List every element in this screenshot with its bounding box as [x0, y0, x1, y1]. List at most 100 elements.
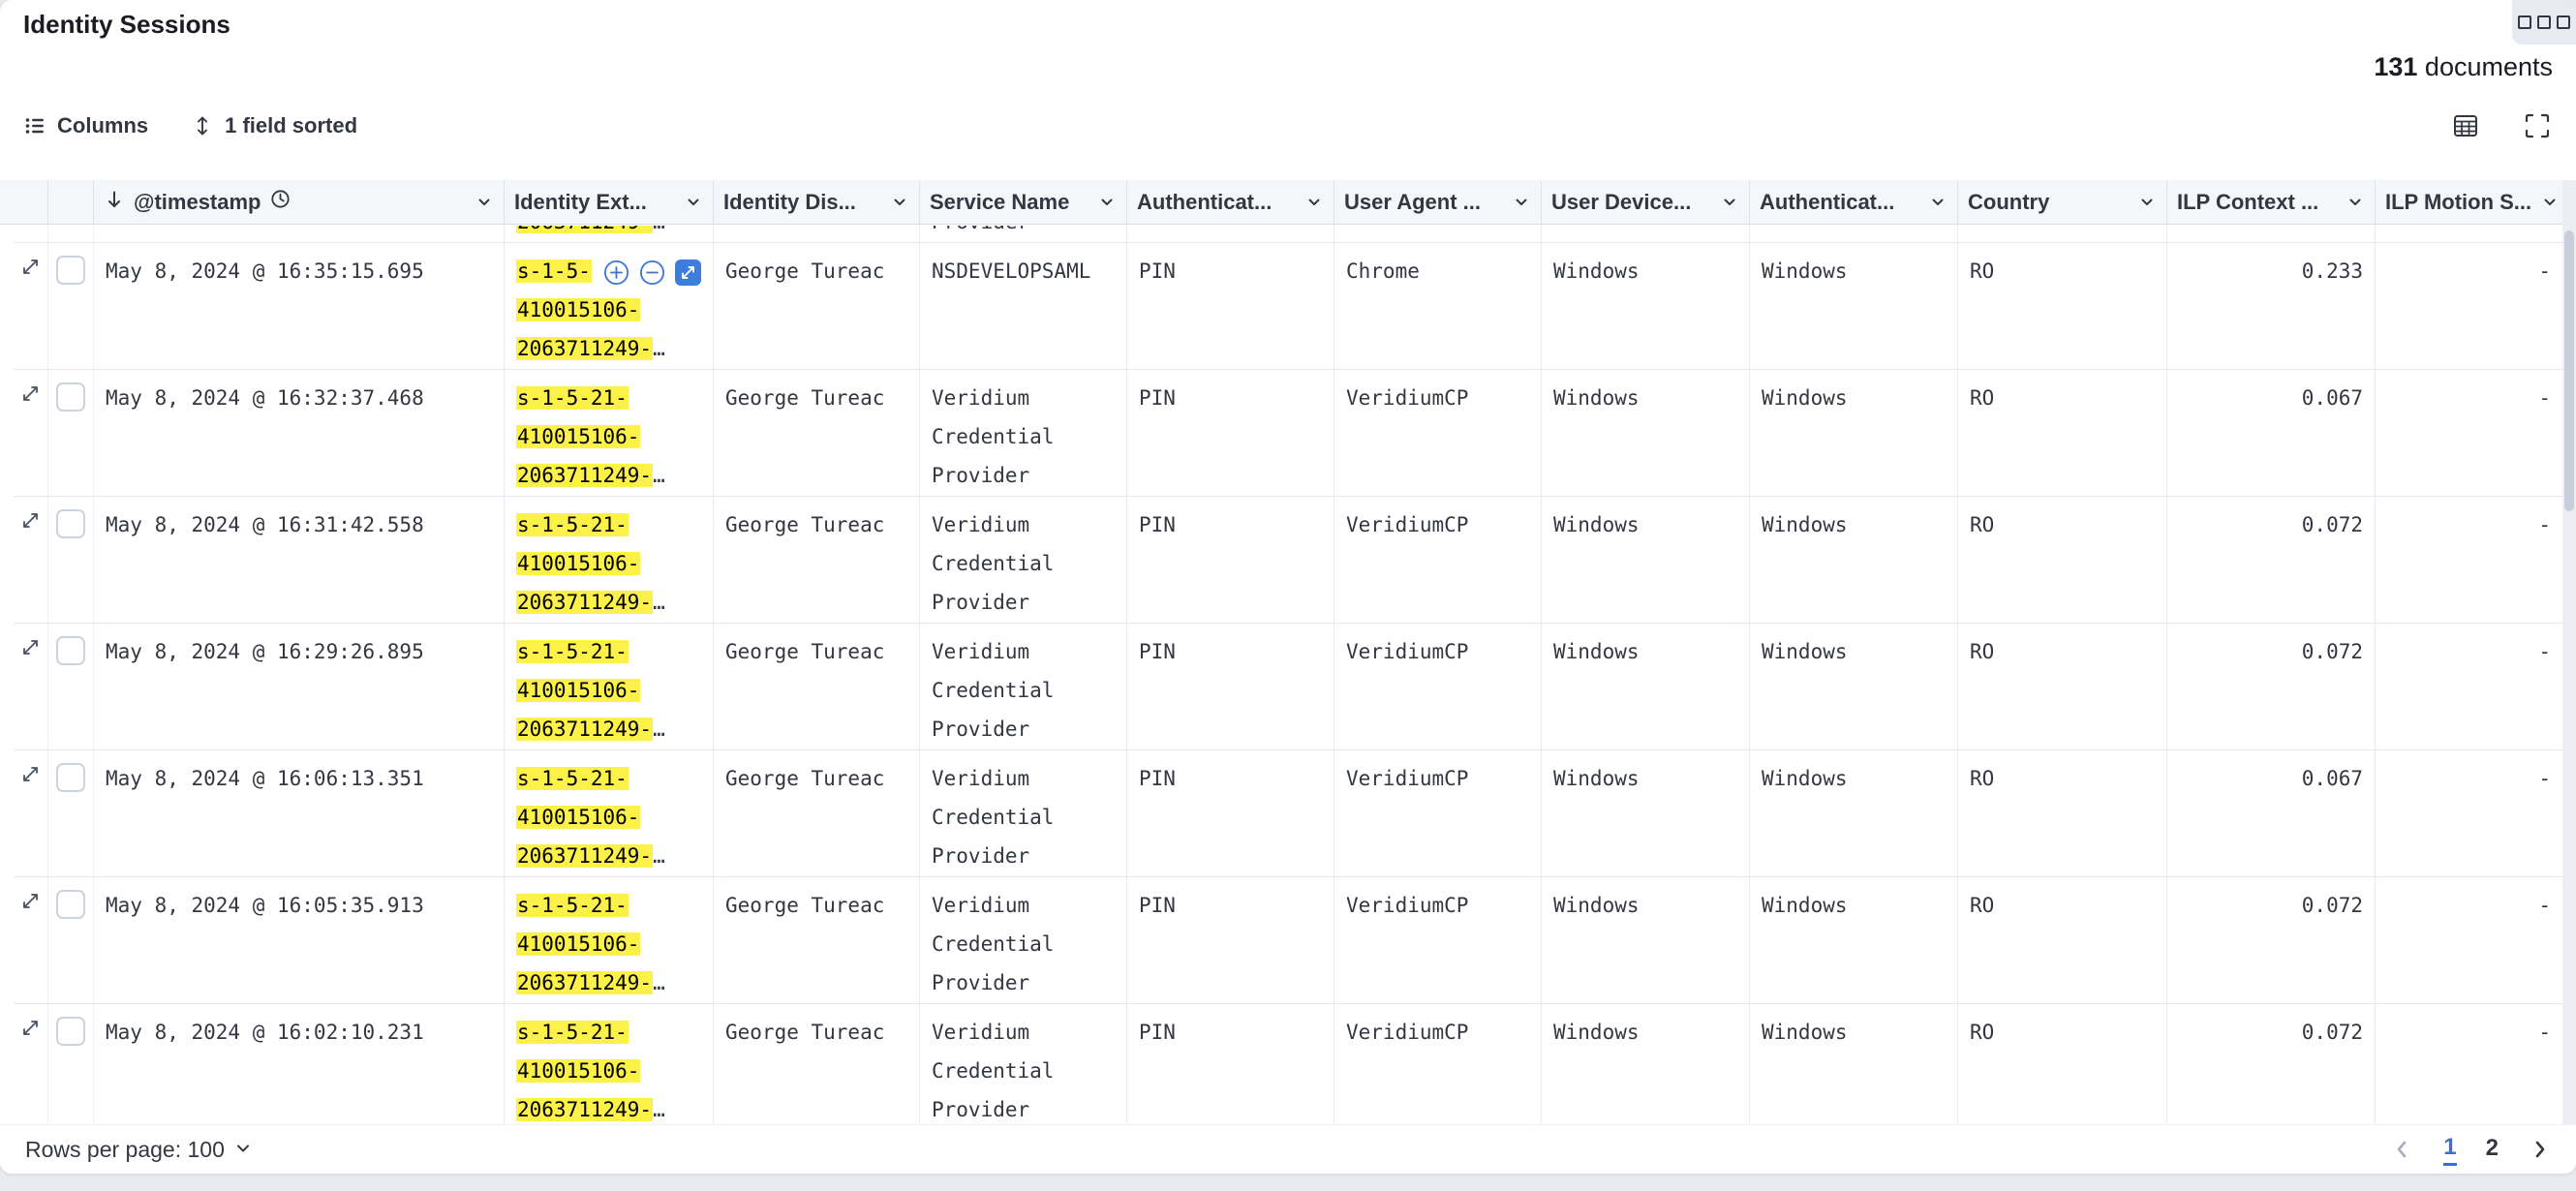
cell-select[interactable] — [48, 750, 94, 876]
expand-document-icon[interactable] — [19, 636, 42, 658]
cell-identity-external[interactable]: s-1-5-21-410015106-2063711249-… — [505, 497, 714, 623]
column-menu-chevron-icon[interactable] — [1304, 193, 1324, 212]
cell-expand[interactable] — [14, 243, 48, 369]
cell-timestamp[interactable]: May 8, 2024 @ 16:35:15.695 — [94, 243, 505, 369]
column-header-auth-os[interactable]: Authenticat... — [1750, 180, 1958, 224]
cell-identity-display[interactable]: George Tureac — [714, 497, 920, 623]
column-menu-chevron-icon[interactable] — [1720, 193, 1739, 212]
cell-auth-os[interactable]: Windows — [1750, 624, 1958, 749]
filter-for-icon[interactable] — [603, 260, 629, 286]
cell-identity-display[interactable]: George Tureac — [714, 1004, 920, 1124]
cell-auth-os[interactable]: Windows — [1750, 1004, 1958, 1124]
cell-timestamp[interactable]: May 8, 2024 @ 16:02:10.231 — [94, 1004, 505, 1124]
cell-user-device[interactable]: Windows — [1542, 624, 1750, 749]
cell-identity-external[interactable]: s-1-5-21-410015106-2063711249-… — [505, 1004, 714, 1124]
cell-auth-method[interactable]: PIN — [1127, 497, 1334, 623]
cell-country[interactable]: RO — [1958, 370, 2167, 496]
next-page-button[interactable] — [2528, 1138, 2551, 1161]
row-checkbox[interactable] — [56, 509, 85, 538]
cell-user-device[interactable]: Windows — [1542, 370, 1750, 496]
cell-ilp-context[interactable] — [2167, 226, 2376, 243]
page-number-1[interactable]: 1 — [2443, 1134, 2456, 1166]
column-menu-chevron-icon[interactable] — [1928, 193, 1947, 212]
cell-select[interactable] — [48, 226, 94, 243]
row-checkbox[interactable] — [56, 256, 85, 285]
columns-button[interactable]: Columns — [23, 113, 148, 138]
cell-identity-display[interactable]: George Tureac — [714, 243, 920, 369]
cell-expand[interactable] — [14, 624, 48, 749]
vertical-scrollbar[interactable] — [2562, 180, 2576, 1124]
cell-identity-display[interactable] — [714, 226, 920, 243]
cell-identity-external[interactable]: s-1-5-21-410015106-2063711249-… — [505, 877, 714, 1003]
cell-country[interactable]: RO — [1958, 877, 2167, 1003]
expand-document-icon[interactable] — [19, 509, 42, 532]
row-checkbox[interactable] — [56, 636, 85, 665]
cell-auth-method[interactable]: PIN — [1127, 243, 1334, 369]
cell-auth-os[interactable]: Windows — [1750, 497, 1958, 623]
cell-timestamp[interactable]: May 8, 2024 @ 16:31:42.558 — [94, 497, 505, 623]
cell-service-name[interactable]: VeridiumCredentialProvider — [920, 750, 1127, 876]
cell-identity-external[interactable]: s-1-5-21-410015106-2063711249-… — [505, 750, 714, 876]
cell-auth-os[interactable]: Windows — [1750, 370, 1958, 496]
cell-user-agent[interactable]: VeridiumCP — [1334, 750, 1542, 876]
page-number-2[interactable]: 2 — [2486, 1135, 2499, 1164]
filter-out-icon[interactable] — [639, 260, 665, 286]
cell-ilp-motion[interactable]: - — [2376, 750, 2562, 876]
column-header-user-agent[interactable]: User Agent ... — [1334, 180, 1542, 224]
column-menu-chevron-icon[interactable] — [2137, 193, 2157, 212]
column-header-auth-method[interactable]: Authenticat... — [1127, 180, 1334, 224]
cell-select[interactable] — [48, 877, 94, 1003]
cell-ilp-context[interactable]: 0.067 — [2167, 370, 2376, 496]
cell-ilp-motion[interactable] — [2376, 226, 2562, 243]
expand-document-icon[interactable] — [19, 256, 42, 278]
cell-service-name[interactable]: VeridiumCredentialProvider — [920, 370, 1127, 496]
cell-identity-display[interactable]: George Tureac — [714, 370, 920, 496]
cell-auth-os[interactable]: Windows — [1750, 750, 1958, 876]
cell-auth-method[interactable]: PIN — [1127, 624, 1334, 749]
column-menu-chevron-icon[interactable] — [1097, 193, 1117, 212]
cell-ilp-motion[interactable]: - — [2376, 243, 2562, 369]
cell-identity-display[interactable]: George Tureac — [714, 624, 920, 749]
column-menu-chevron-icon[interactable] — [2346, 193, 2365, 212]
cell-ilp-context[interactable]: 0.067 — [2167, 750, 2376, 876]
cell-identity-display[interactable]: George Tureac — [714, 750, 920, 876]
cell-country[interactable]: RO — [1958, 243, 2167, 369]
expand-document-icon[interactable] — [19, 1017, 42, 1039]
cell-service-name[interactable]: VeridiumCredentialProvider — [920, 624, 1127, 749]
previous-page-button[interactable] — [2391, 1138, 2414, 1161]
column-menu-chevron-icon[interactable] — [2540, 193, 2560, 212]
rows-per-page-button[interactable]: Rows per page: 100 — [25, 1137, 252, 1163]
cell-auth-method[interactable]: PIN — [1127, 750, 1334, 876]
cell-auth-os[interactable]: Windows — [1750, 877, 1958, 1003]
cell-service-name[interactable]: Provider — [920, 226, 1127, 243]
expand-document-icon[interactable] — [19, 890, 42, 912]
scrollbar-thumb[interactable] — [2564, 230, 2574, 511]
cell-user-agent[interactable]: VeridiumCP — [1334, 370, 1542, 496]
column-header-timestamp[interactable]: @timestamp — [94, 180, 505, 224]
column-header-ilp-motion[interactable]: ILP Motion S... — [2376, 180, 2562, 224]
expand-document-icon[interactable] — [19, 382, 42, 405]
cell-auth-method[interactable]: PIN — [1127, 370, 1334, 496]
cell-user-device[interactable]: Windows — [1542, 1004, 1750, 1124]
column-header-user-device[interactable]: User Device... — [1542, 180, 1750, 224]
cell-country[interactable]: RO — [1958, 750, 2167, 876]
column-menu-chevron-icon[interactable] — [890, 193, 909, 212]
column-header-identity-external[interactable]: Identity Ext... — [505, 180, 714, 224]
column-menu-chevron-icon[interactable] — [1512, 193, 1531, 212]
cell-identity-external[interactable]: s-1-5-21-410015106-2063711249-… — [505, 370, 714, 496]
row-checkbox[interactable] — [56, 763, 85, 792]
column-menu-chevron-icon[interactable] — [684, 193, 703, 212]
sort-fields-button[interactable]: 1 field sorted — [191, 113, 357, 138]
expand-document-icon[interactable] — [19, 763, 42, 785]
cell-identity-external[interactable]: s-1-5-21-410015106-2063711249-… — [505, 624, 714, 749]
fullscreen-icon[interactable] — [2522, 110, 2553, 141]
cell-timestamp[interactable]: May 8, 2024 @ 16:06:13.351 — [94, 750, 505, 876]
cell-user-device[interactable]: Windows — [1542, 750, 1750, 876]
cell-timestamp[interactable]: May 8, 2024 @ 16:29:26.895 — [94, 624, 505, 749]
row-checkbox[interactable] — [56, 382, 85, 412]
column-header-identity-display[interactable]: Identity Dis... — [714, 180, 920, 224]
cell-user-agent[interactable]: VeridiumCP — [1334, 877, 1542, 1003]
cell-ilp-motion[interactable]: - — [2376, 1004, 2562, 1124]
cell-ilp-context[interactable]: 0.233 — [2167, 243, 2376, 369]
cell-ilp-context[interactable]: 0.072 — [2167, 624, 2376, 749]
